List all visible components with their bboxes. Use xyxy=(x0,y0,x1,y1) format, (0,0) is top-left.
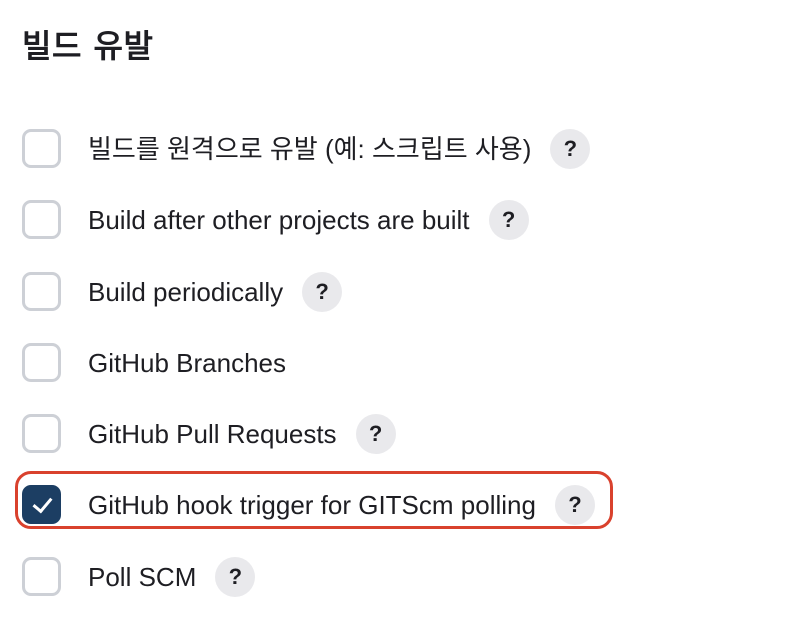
trigger-label-text: GitHub Pull Requests xyxy=(88,419,337,450)
trigger-row-poll-scm: Poll SCM ? xyxy=(22,555,782,626)
trigger-label-text: Build after other projects are built xyxy=(88,205,470,236)
trigger-row-after-other-projects: Build after other projects are built ? xyxy=(22,198,782,269)
trigger-row-github-hook: GitHub hook trigger for GITScm polling ? xyxy=(15,471,782,554)
help-icon[interactable]: ? xyxy=(488,200,529,241)
build-trigger-list: 빌드를 원격으로 유발 (예: 스크립트 사용) ? Build after o… xyxy=(15,127,782,626)
help-icon[interactable]: ? xyxy=(550,129,591,169)
trigger-checkbox-periodically[interactable] xyxy=(22,271,61,311)
trigger-checkbox-poll-scm[interactable] xyxy=(22,556,61,596)
trigger-checkbox-github-pull-requests[interactable] xyxy=(22,414,61,454)
trigger-label-text: 빌드를 원격으로 유발 (예: 스크립트 사용) xyxy=(88,134,532,164)
trigger-checkbox-after-other-projects[interactable] xyxy=(22,200,61,240)
trigger-label-text: GitHub Branches xyxy=(88,347,286,378)
section-title: 빌드 유발 xyxy=(22,27,154,65)
trigger-row-github-pull-requests: GitHub Pull Requests ? xyxy=(22,412,782,483)
trigger-checkbox-remote[interactable] xyxy=(22,129,61,168)
trigger-checkbox-github-branches[interactable] xyxy=(22,342,61,382)
trigger-label-remote[interactable]: 빌드를 원격으로 유발 (예: 스크립트 사용) ? xyxy=(88,127,591,171)
trigger-label-text: Poll SCM xyxy=(88,561,197,592)
help-icon[interactable]: ? xyxy=(302,271,343,312)
trigger-row-periodically: Build periodically ? xyxy=(22,270,782,341)
trigger-label-poll-scm[interactable]: Poll SCM ? xyxy=(88,555,256,599)
check-icon xyxy=(32,493,53,514)
help-icon[interactable]: ? xyxy=(215,556,256,597)
trigger-label-github-hook[interactable]: GitHub hook trigger for GITScm polling ? xyxy=(88,483,595,527)
trigger-label-periodically[interactable]: Build periodically ? xyxy=(88,270,343,314)
trigger-label-text: GitHub hook trigger for GITScm polling xyxy=(88,490,536,521)
trigger-label-after-other-projects[interactable]: Build after other projects are built ? xyxy=(88,198,529,242)
help-icon[interactable]: ? xyxy=(355,414,396,455)
trigger-label-github-branches[interactable]: GitHub Branches xyxy=(88,341,286,385)
help-icon[interactable]: ? xyxy=(554,485,595,526)
trigger-label-github-pull-requests[interactable]: GitHub Pull Requests ? xyxy=(88,412,396,456)
trigger-checkbox-github-hook[interactable] xyxy=(22,485,61,525)
trigger-row-remote: 빌드를 원격으로 유발 (예: 스크립트 사용) ? xyxy=(22,127,782,198)
trigger-row-github-branches: GitHub Branches xyxy=(22,341,782,412)
trigger-label-text: Build periodically xyxy=(88,276,284,307)
